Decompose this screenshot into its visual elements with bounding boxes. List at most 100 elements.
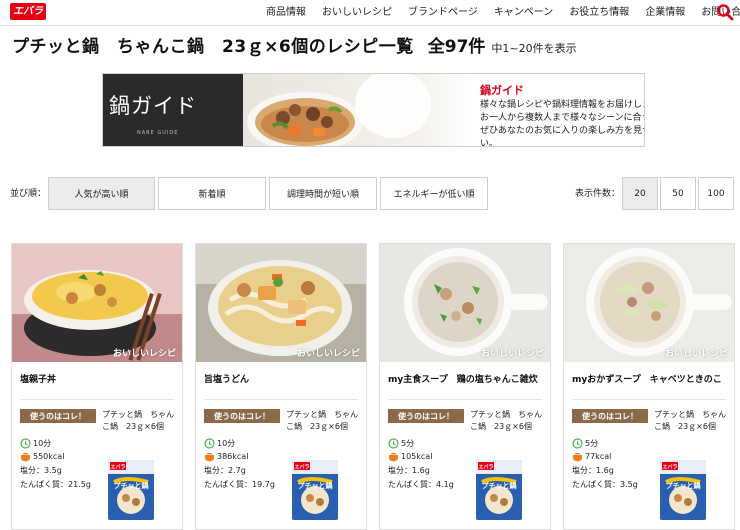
energy-value: 386kcal (217, 452, 249, 461)
recipe-card[interactable]: おいしいレシピ myおかずスープ キャベツときのこ 使うのはコレ！ プチッと鍋 … (563, 243, 735, 530)
use-this-badge: 使うのはコレ！ (204, 409, 280, 423)
protein: たんぱく質： 4.1g (388, 479, 454, 490)
energy-value: 550kcal (33, 452, 65, 461)
recipe-title[interactable]: 旨塩うどん (204, 372, 364, 385)
nav-item-products[interactable]: 商品情報 (258, 0, 314, 26)
product-label: プチッと鍋 (114, 481, 149, 490)
salt-prefix: 塩分： (204, 466, 228, 475)
result-range: 中1~20件を表示 (491, 42, 577, 55)
sort-cooking-time-button[interactable]: 調理時間が短い順 (269, 177, 377, 210)
recipe-watermark: おいしいレシピ (296, 349, 360, 359)
recipe-card[interactable]: おいしいレシピ my主食スープ 鶏の塩ちゃんこ雑炊 使うのはコレ！ プチッと鍋 … (379, 243, 551, 530)
recipe-watermark: おいしいレシピ (480, 349, 544, 359)
sort-popular-button[interactable]: 人気が高い順 (48, 177, 155, 210)
ebara-logo[interactable]: エバラ (10, 3, 46, 20)
recipe-photo: おいしいレシピ (564, 244, 734, 362)
protein-prefix: たんぱく質： (20, 480, 68, 489)
product-name[interactable]: プチッと鍋 ちゃんこ鍋 23ｇ×6個 (470, 409, 548, 433)
search-icon[interactable] (716, 3, 734, 21)
sort-newest-button[interactable]: 新着順 (158, 177, 266, 210)
banner-logo-panel: 鍋ガイド NABE GUIDE (103, 74, 243, 146)
protein-value: 4.1g (436, 480, 454, 489)
display-count-label: 表示件数： (575, 189, 621, 199)
divider (388, 399, 542, 400)
banner-jp-title: 鍋ガイド (109, 94, 197, 118)
total-count: 全97件 (427, 37, 486, 57)
display-count-100-button[interactable]: 100 (698, 177, 734, 210)
product-name[interactable]: プチッと鍋 ちゃんこ鍋 23ｇ×6個 (102, 409, 180, 433)
cooking-time-value: 5分 (401, 439, 415, 448)
product-label: プチッと鍋 (298, 481, 333, 490)
global-nav: 商品情報 おいしいレシピ ブランドページ キャンペーン お役立ち情報 企業情報 … (258, 0, 740, 26)
clock-icon (204, 438, 215, 449)
clock-icon (572, 438, 583, 449)
use-this-badge: 使うのはコレ！ (388, 409, 464, 423)
product-label: プチッと鍋 (482, 481, 517, 490)
display-count-50-button[interactable]: 50 (660, 177, 696, 210)
banner-line-1: 様々な鍋レシピや鍋料理情報をお届けします。 (480, 100, 644, 110)
site-header: エバラ 商品情報 おいしいレシピ ブランドページ キャンペーン お役立ち情報 企… (0, 0, 740, 26)
protein-prefix: たんぱく質： (572, 480, 620, 489)
protein-prefix: たんぱく質： (204, 480, 252, 489)
banner-description: 様々な鍋レシピや鍋料理情報をお届けします。 お一人から複数人まで様々なシーンに合… (480, 99, 644, 147)
salt-value: 1.6g (596, 466, 614, 475)
pot-icon (205, 453, 214, 462)
banner-heading: 鍋ガイド (480, 84, 524, 97)
product-package-image[interactable]: プチッと鍋 エバラ (660, 460, 706, 520)
nav-item-brand[interactable]: ブランドページ (400, 0, 486, 26)
page-title-row: プチッと鍋 ちゃんこ鍋 23ｇ×6個のレシピ一覧 全97件 中1~20件を表示 (12, 32, 732, 58)
energy: 77kcal (572, 451, 611, 462)
protein-value: 3.5g (620, 480, 638, 489)
protein-value: 19.7g (252, 480, 275, 489)
cooking-time-value: 10分 (33, 439, 52, 448)
cooking-time-value: 10分 (217, 439, 236, 448)
recipe-card[interactable]: おいしいレシピ 塩親子丼 使うのはコレ！ プチッと鍋 ちゃんこ鍋 23ｇ×6個 … (11, 243, 183, 530)
product-brand: エバラ (294, 464, 309, 471)
cooking-time-value: 5分 (585, 439, 599, 448)
divider (204, 399, 358, 400)
recipe-photo: おいしいレシピ (196, 244, 366, 362)
banner-en-title: NABE GUIDE (137, 130, 179, 136)
page-title: プチッと鍋 ちゃんこ鍋 23ｇ×6個のレシピ一覧 (12, 37, 414, 57)
divider (572, 399, 726, 400)
sort-label: 並び順： (10, 189, 47, 199)
nabe-guide-banner[interactable]: 鍋ガイド NABE GUIDE 鍋ガイド 様々な鍋レシピや鍋料理情報をお届けしま… (102, 73, 645, 147)
product-package-image[interactable]: プチッと鍋 エバラ (108, 460, 154, 520)
recipe-title[interactable]: my主食スープ 鶏の塩ちゃんこ雑炊 (388, 372, 548, 385)
product-name[interactable]: プチッと鍋 ちゃんこ鍋 23ｇ×6個 (286, 409, 364, 433)
divider (20, 399, 174, 400)
nav-item-company[interactable]: 企業情報 (637, 0, 693, 26)
salt-prefix: 塩分： (20, 466, 44, 475)
energy-value: 77kcal (585, 452, 612, 461)
recipe-title[interactable]: myおかずスープ キャベツときのこ (572, 372, 732, 385)
protein-value: 21.5g (68, 480, 91, 489)
recipe-photo: おいしいレシピ (380, 244, 550, 362)
nav-item-recipes[interactable]: おいしいレシピ (314, 0, 400, 26)
pot-icon (21, 453, 30, 462)
product-label: プチッと鍋 (666, 481, 701, 490)
banner-line-3: ぜひあなたのお気に入りの楽しみ方を見つけてください。 (480, 126, 644, 147)
nav-item-campaign[interactable]: キャンペーン (486, 0, 562, 26)
product-name[interactable]: プチッと鍋 ちゃんこ鍋 23ｇ×6個 (654, 409, 732, 433)
salt-prefix: 塩分： (388, 466, 412, 475)
cooking-time: 5分 (572, 438, 598, 449)
sort-energy-button[interactable]: エネルギーが低い順 (380, 177, 488, 210)
product-package-image[interactable]: プチッと鍋 エバラ (476, 460, 522, 520)
use-this-badge: 使うのはコレ！ (572, 409, 648, 423)
display-count-20-button[interactable]: 20 (622, 177, 658, 210)
recipe-watermark: おいしいレシピ (112, 349, 176, 359)
pot-icon (389, 453, 398, 462)
protein: たんぱく質： 21.5g (20, 479, 91, 490)
energy: 550kcal (20, 451, 64, 462)
cooking-time: 10分 (204, 438, 235, 449)
energy: 105kcal (388, 451, 432, 462)
cooking-time: 5分 (388, 438, 414, 449)
salt: 塩分： 2.7g (204, 465, 246, 476)
salt: 塩分： 1.6g (572, 465, 614, 476)
recipe-card[interactable]: おいしいレシピ 旨塩うどん 使うのはコレ！ プチッと鍋 ちゃんこ鍋 23ｇ×6個… (195, 243, 367, 530)
product-package-image[interactable]: プチッと鍋 エバラ (292, 460, 338, 520)
product-brand: エバラ (478, 464, 493, 471)
salt-value: 2.7g (228, 466, 246, 475)
nav-item-useful-info[interactable]: お役立ち情報 (561, 0, 637, 26)
recipe-title[interactable]: 塩親子丼 (20, 372, 180, 385)
